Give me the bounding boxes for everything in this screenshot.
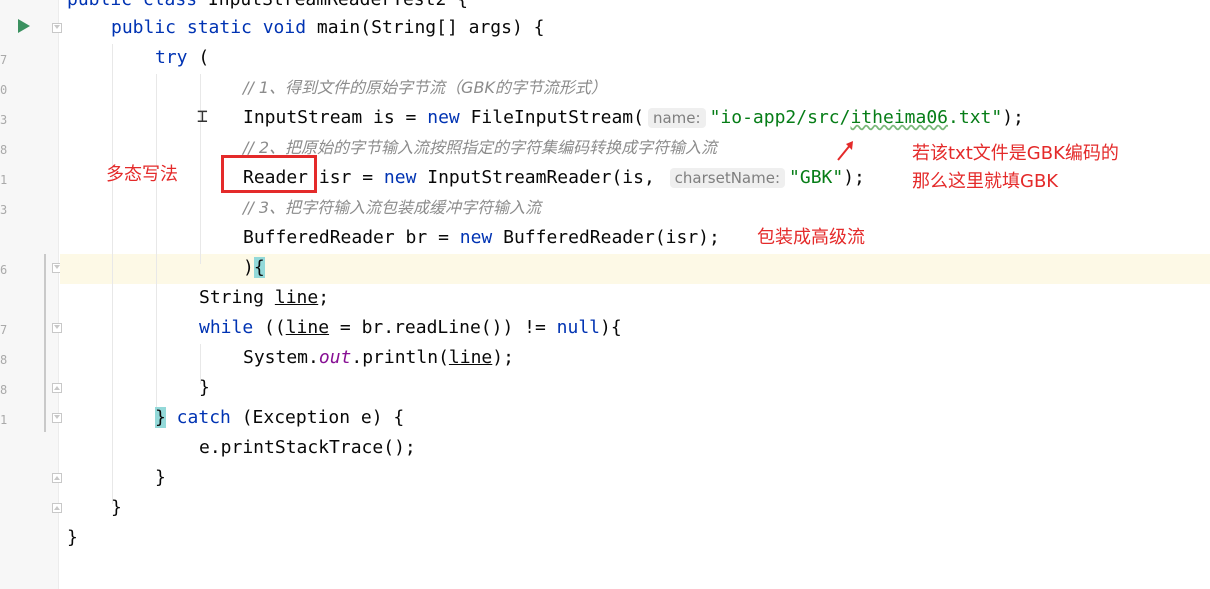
code-line-while-close[interactable]: } [199,373,210,403]
matched-brace: } [155,407,166,428]
gutter-line-number: 1 [0,413,8,427]
code-text: ); [843,167,865,188]
code-line-try[interactable]: try ( [155,43,209,73]
code-text: (( [253,317,286,338]
code-line-printstacktrace[interactable]: e.printStackTrace(); [199,433,416,463]
gutter-line-number: 3 [0,113,8,127]
keyword: null [556,317,600,338]
fold-end-while-icon[interactable] [52,383,62,393]
annotation-gbk-note-1: 若该txt文件是GBK编码的 [912,143,1119,164]
gutter-line-number: 3 [0,203,8,217]
editor-gutter: 7 0 3 8 1 3 6 7 8 8 1 [0,0,59,589]
code-line-catch-close[interactable]: } [155,463,166,493]
code-line-catch[interactable]: } catch (Exception e) { [155,403,404,433]
code-text: = br.readLine()) != [329,317,557,338]
code-text: InputStreamReaderTest2 { [208,0,468,10]
static-field: out [318,347,352,368]
code-text: BufferedReader(isr); [492,227,720,248]
keyword: try [155,47,188,68]
gutter-line-number: 8 [0,383,8,397]
code-text: BufferedReader br = [243,227,460,248]
string-literal-typo: itheima06 [850,107,949,128]
annotation-arrow-icon [837,141,853,161]
code-text: (Exception e) { [230,407,405,428]
code-text: ); [492,347,514,368]
method-name: main [316,17,361,38]
gutter-line-number: 7 [0,53,8,67]
text-cursor-icon: ⌶ [197,106,208,127]
code-line-main-close[interactable]: } [111,493,122,523]
code-line-class-close[interactable]: } [67,523,78,553]
indent-guide [156,74,157,414]
fold-while-icon[interactable] [52,323,62,333]
gutter-line-number: 7 [0,323,8,337]
keyword: public class [67,0,208,10]
code-line-inputstream[interactable]: InputStream is = new FileInputStream(nam… [243,103,1024,133]
code-text: System. [243,347,319,368]
code-text: ) [243,257,254,278]
keyword: new [383,167,417,188]
parameter-hint: name: [647,108,706,128]
code-text: InputStream is = [243,107,428,128]
code-line-comment-1[interactable]: // 1、得到文件的原始字节流（GBK的字节流形式） [243,73,607,103]
matched-brace: { [253,257,265,278]
code-text: InputStreamReader(is, [416,167,666,188]
code-line-while[interactable]: while ((line = br.readLine()) != null){ [199,313,622,343]
code-text: } [67,527,78,548]
code-line-comment-3[interactable]: // 3、把字符输入流包装成缓冲字符输入流 [243,193,541,223]
code-text: ( [187,47,210,68]
fold-end-main-icon[interactable] [52,503,62,513]
gutter-line-number: 1 [0,173,8,187]
gutter-line-number: 8 [0,353,8,367]
fold-end-catch-icon[interactable] [52,473,62,483]
code-text: ){ [600,317,622,338]
variable-line: line [285,317,330,338]
gutter-line-number: 6 [0,263,8,277]
code-text: FileInputStream( [459,107,644,128]
code-text: ); [1002,107,1024,128]
code-line-main[interactable]: public static void main(String[] args) { [111,13,545,43]
keyword: new [459,227,493,248]
code-line-bufferedreader[interactable]: BufferedReader br = new BufferedReader(i… [243,223,720,253]
code-text: String [199,287,275,308]
code-text: } [111,497,122,518]
indent-guide [200,74,201,264]
run-main-icon[interactable] [18,19,30,33]
gutter-line-number: 8 [0,143,8,157]
code-text: e.printStackTrace(); [199,437,416,458]
string-literal: "GBK" [789,167,844,188]
code-comment: // 1、得到文件的原始字节流（GBK的字节流形式） [243,78,607,97]
code-comment: // 3、把字符输入流包装成缓冲字符输入流 [243,198,542,217]
indent-guide [112,44,113,504]
fold-main-icon[interactable] [52,23,62,33]
code-text: } [199,377,210,398]
parameter-hint: charsetName: [669,168,786,188]
code-text: } [155,467,166,488]
vcs-change-marker [44,254,46,432]
code-text: ; [318,287,330,308]
string-literal: "io-app2/src/ [709,107,851,128]
keyword: new [427,107,460,128]
current-line-highlight [60,254,1210,284]
code-line-string-line[interactable]: String line; [199,283,329,313]
reader-highlight-box [221,155,317,193]
code-line-println[interactable]: System.out.println(line); [243,343,514,373]
keyword: catch [165,407,231,428]
code-line-reader[interactable]: Reader isr = new InputStreamReader(is, c… [243,163,865,193]
code-text: (String[] args) { [360,17,545,38]
keyword: while [199,317,254,338]
code-line-try-close[interactable]: ){ [243,253,265,283]
annotation-polymorphism: 多态写法 [106,164,178,185]
fold-catch-icon[interactable] [52,413,62,423]
variable-line: line [274,287,319,308]
annotation-gbk-note-2: 那么这里就填GBK [912,171,1059,192]
keyword: public static void [111,17,317,38]
code-text: .println( [351,347,449,368]
variable-line: line [448,347,493,368]
string-literal: .txt" [948,107,1003,128]
code-text: isr = [308,167,384,188]
gutter-line-number: 0 [0,83,8,97]
annotation-wrap-note: 包装成高级流 [757,227,865,248]
